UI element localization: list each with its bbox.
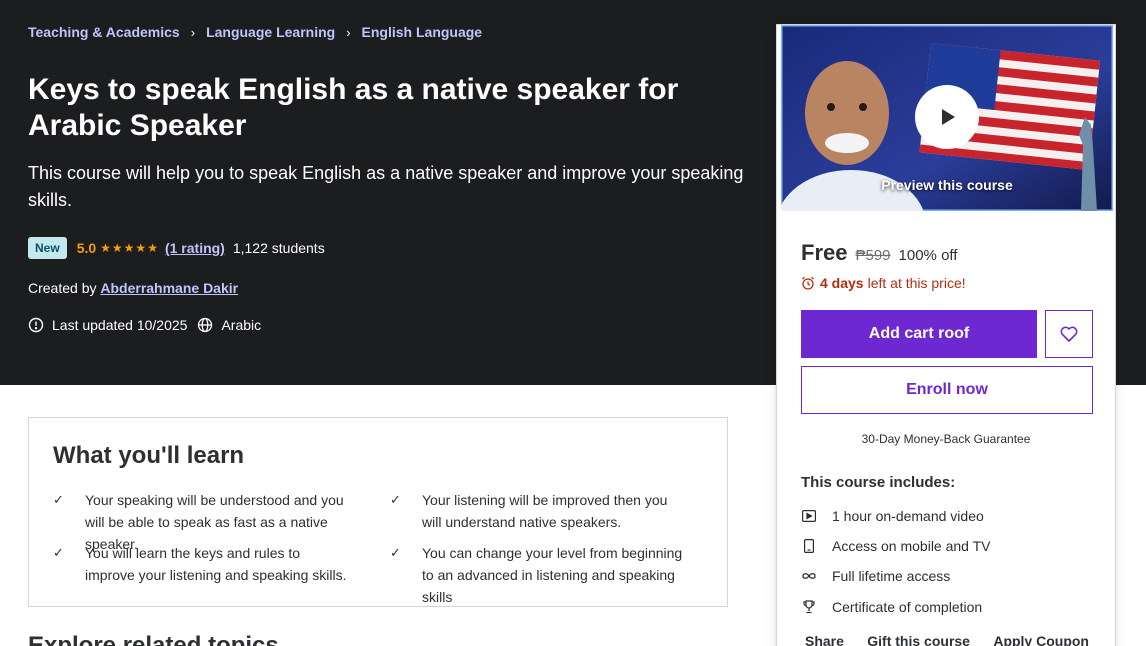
include-label: Access on mobile and TV <box>832 538 991 554</box>
trophy-icon <box>801 600 817 614</box>
breadcrumb-language-learning[interactable]: Language Learning <box>206 24 335 40</box>
wishlist-button[interactable] <box>1045 310 1093 358</box>
created-by-label: Created by <box>28 280 97 296</box>
check-icon: ✓ <box>53 545 64 560</box>
learn-item: ✓ You will learn the keys and rules to i… <box>53 542 353 586</box>
learn-heading: What you'll learn <box>53 442 245 469</box>
price-timer: 4 days left at this price! <box>801 275 966 291</box>
include-item-video: 1 hour on-demand video <box>801 508 984 524</box>
mobile-icon <box>801 539 817 553</box>
apply-coupon-link[interactable]: Apply Coupon <box>993 633 1089 646</box>
what-youll-learn-box: What you'll learn ✓ Your speaking will b… <box>28 417 728 607</box>
infinity-icon <box>801 572 817 580</box>
price-row: Free ₱599 100% off <box>801 240 957 266</box>
instructor-link[interactable]: Abderrahmane Dakir <box>100 280 238 296</box>
share-link[interactable]: Share <box>805 633 844 646</box>
play-icon <box>942 109 955 125</box>
breadcrumb: Teaching & Academics › Language Learning… <box>28 24 482 40</box>
play-button[interactable] <box>915 85 979 149</box>
breadcrumb-english-language[interactable]: English Language <box>362 24 483 40</box>
check-icon: ✓ <box>390 545 401 560</box>
course-language: Arabic <box>221 317 262 333</box>
learn-item: ✓ You can change your level from beginni… <box>390 542 690 608</box>
purchase-sidebar: Preview this course Free ₱599 100% off 4… <box>776 24 1116 646</box>
chevron-right-icon: › <box>346 24 351 40</box>
video-icon <box>801 510 817 522</box>
include-label: Full lifetime access <box>832 568 951 584</box>
globe-icon <box>198 317 213 333</box>
star-rating-icon: ★★★★★ <box>100 241 159 255</box>
check-icon: ✓ <box>53 492 64 507</box>
action-links-row: Share Gift this course Apply Coupon <box>805 633 1089 646</box>
explore-topics-heading: Explore related topics <box>28 632 279 646</box>
preview-label: Preview this course <box>881 177 1013 193</box>
timer-text: left at this price! <box>867 275 966 291</box>
rating-count-link[interactable]: (1 rating) <box>165 240 225 256</box>
learn-item-text: Your listening will be improved then you… <box>422 492 668 530</box>
gift-course-link[interactable]: Gift this course <box>867 633 970 646</box>
course-subtitle: This course will help you to speak Engli… <box>28 163 744 210</box>
course-meta: Last updated 10/2025 Arabic <box>28 317 261 333</box>
created-by: Created by Abderrahmane Dakir <box>28 280 238 296</box>
include-item-mobile: Access on mobile and TV <box>801 538 991 554</box>
course-title: Keys to speak English as a native speake… <box>28 73 679 142</box>
learn-item: ✓ Your listening will be improved then y… <box>390 489 690 533</box>
alert-clock-icon <box>28 317 44 333</box>
timer-days: 4 days <box>820 275 864 291</box>
chevron-right-icon: › <box>190 24 196 40</box>
course-preview-video[interactable]: Preview this course <box>781 25 1113 211</box>
enroll-now-button[interactable]: Enroll now <box>801 366 1093 414</box>
rating-score: 5.0 <box>76 240 97 256</box>
discount-percent: 100% off <box>898 247 958 264</box>
include-label: Certificate of completion <box>832 599 983 615</box>
include-label: 1 hour on-demand video <box>832 508 984 524</box>
includes-heading: This course includes: <box>801 474 956 491</box>
alarm-clock-icon <box>802 276 814 290</box>
check-icon: ✓ <box>390 492 401 507</box>
learn-item-text: You can change your level from beginning… <box>422 545 683 605</box>
last-updated: Last updated 10/2025 <box>52 317 188 333</box>
student-count: 1,122 students <box>232 240 325 256</box>
current-price: Free <box>801 240 848 265</box>
include-item-certificate: Certificate of completion <box>801 599 982 615</box>
breadcrumb-teaching-academics[interactable]: Teaching & Academics <box>28 24 180 40</box>
original-price: ₱599 <box>855 247 891 264</box>
new-badge: New <box>28 237 67 259</box>
money-back-guarantee: 30-Day Money-Back Guarantee <box>861 432 1031 446</box>
add-to-cart-button[interactable]: Add cart roof <box>801 310 1037 358</box>
heart-icon <box>1060 326 1078 342</box>
include-item-lifetime: Full lifetime access <box>801 568 950 584</box>
learn-item-text: You will learn the keys and rules to imp… <box>85 545 347 583</box>
rating-row: New 5.0 ★★★★★ (1 rating) 1,122 students <box>28 237 325 259</box>
